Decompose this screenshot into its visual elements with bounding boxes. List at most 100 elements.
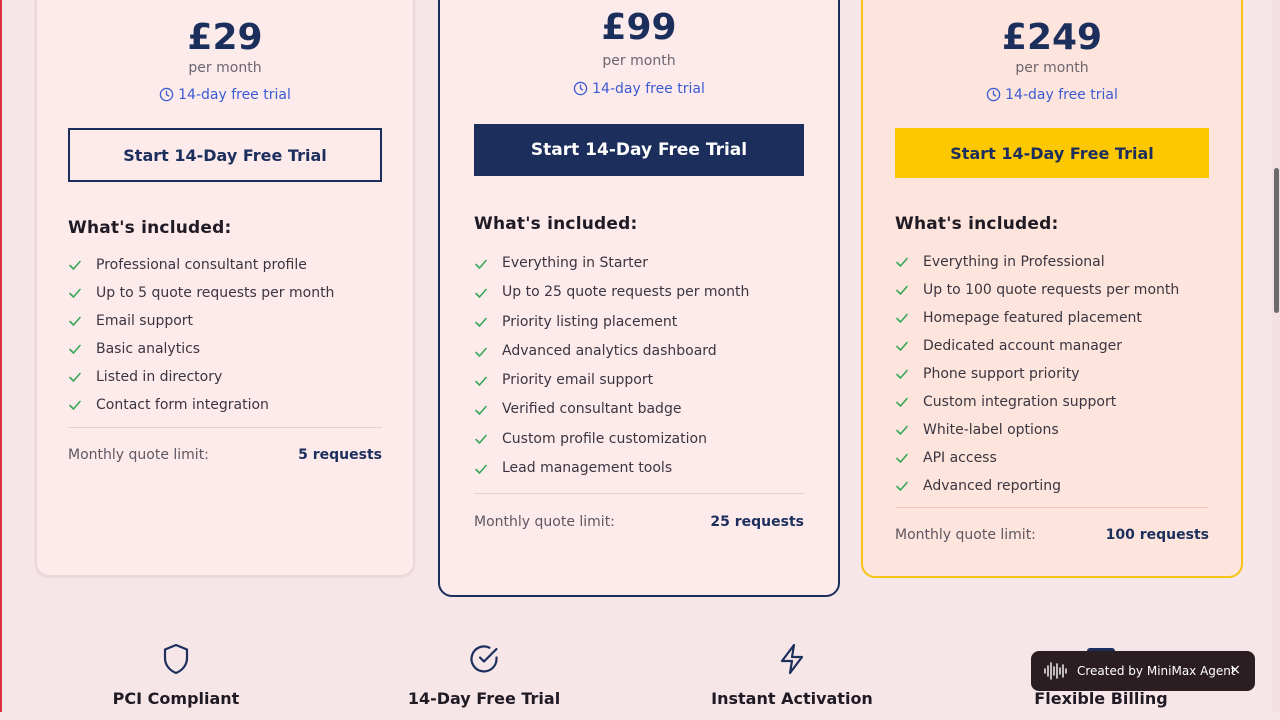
- toast-text: Created by MiniMax Agent: [1077, 664, 1236, 678]
- feature-text: Priority email support: [502, 372, 654, 389]
- feature-item: Everything in Professional: [895, 248, 1179, 276]
- check-icon: [475, 435, 487, 445]
- lightning-icon: [780, 643, 804, 675]
- plan-card-starter: £29 per month 14-day free trial Start 14…: [35, 0, 415, 577]
- check-icon: [896, 481, 908, 491]
- check-icon: [475, 347, 487, 357]
- check-icon: [896, 341, 908, 351]
- feature-list: Professional consultant profile Up to 5 q…: [68, 251, 334, 419]
- feature-text: Professional consultant profile: [96, 257, 307, 273]
- feature-item: Email support: [68, 307, 334, 335]
- feature-text: Homepage featured placement: [923, 310, 1142, 326]
- trial-text: 14-day free trial: [1005, 87, 1118, 103]
- check-icon: [69, 344, 81, 354]
- badge-trial: 14-Day Free Trial: [364, 643, 604, 708]
- badge-label: PCI Compliant: [112, 689, 240, 708]
- check-icon: [896, 453, 908, 463]
- trial-note: 14-day free trial: [863, 87, 1241, 103]
- feature-text: API access: [923, 450, 997, 466]
- check-icon: [475, 259, 487, 269]
- feature-item: Verified consultant badge: [474, 395, 749, 424]
- feature-text: Basic analytics: [96, 341, 201, 357]
- close-icon[interactable]: ×: [1229, 662, 1241, 678]
- clock-icon: [573, 81, 588, 96]
- feature-list: Everything in Starter Up to 25 quote requ…: [474, 249, 749, 483]
- limit-value: 25 requests: [710, 514, 804, 530]
- check-icon: [896, 397, 908, 407]
- feature-item: Listed in directory: [68, 363, 334, 391]
- trial-note: 14-day free trial: [37, 87, 413, 103]
- divider: [68, 427, 382, 428]
- limit-value: 5 requests: [298, 447, 382, 463]
- feature-item: Custom profile customization: [474, 425, 749, 454]
- feature-text: Lead management tools: [502, 460, 673, 477]
- check-icon: [475, 464, 487, 474]
- plan-price: £29: [187, 17, 263, 58]
- feature-item: Advanced reporting: [895, 472, 1179, 500]
- check-icon: [69, 316, 81, 326]
- scrollbar-track[interactable]: [1272, 0, 1280, 712]
- feature-text: Everything in Professional: [923, 254, 1105, 270]
- limit-label: Monthly quote limit:: [68, 447, 209, 463]
- feature-text: Custom integration support: [923, 394, 1117, 410]
- check-icon: [69, 260, 81, 270]
- plan-period: per month: [602, 53, 676, 69]
- badge-label: Flexible Billing: [1034, 689, 1168, 708]
- badge-label: 14-Day Free Trial: [407, 689, 561, 708]
- included-title: What's included:: [68, 218, 232, 238]
- plan-card-enterprise: £249 per month 14-day free trial Start 1…: [861, 0, 1243, 578]
- trial-text: 14-day free trial: [592, 81, 705, 97]
- feature-item: Lead management tools: [474, 454, 749, 483]
- limit-label: Monthly quote limit:: [474, 514, 615, 530]
- feature-text: Custom profile customization: [502, 430, 707, 447]
- plan-price: £249: [1001, 17, 1103, 58]
- feature-text: Verified consultant badge: [502, 401, 682, 418]
- check-icon: [475, 376, 487, 386]
- feature-item: Professional consultant profile: [68, 251, 334, 279]
- feature-item: Priority listing placement: [474, 308, 749, 337]
- check-icon: [896, 313, 908, 323]
- plan-period: per month: [188, 60, 262, 76]
- feature-text: Priority listing placement: [502, 313, 678, 330]
- feature-item: Basic analytics: [68, 335, 334, 363]
- badge-pci: PCI Compliant: [56, 643, 296, 708]
- feature-item: Up to 5 quote requests per month: [68, 279, 334, 307]
- check-circle-icon: [470, 645, 498, 673]
- feature-text: Up to 100 quote requests per month: [923, 282, 1180, 298]
- check-icon: [475, 288, 487, 298]
- badge-activation: Instant Activation: [672, 643, 912, 708]
- check-icon: [475, 405, 487, 415]
- feature-text: White-label options: [923, 422, 1059, 438]
- check-icon: [69, 288, 81, 298]
- feature-text: Dedicated account manager: [923, 338, 1123, 354]
- trial-note: 14-day free trial: [440, 81, 838, 97]
- clock-icon: [159, 87, 174, 102]
- check-icon: [896, 257, 908, 267]
- feature-list: Everything in Professional Up to 100 quot…: [895, 248, 1179, 500]
- feature-text: Contact form integration: [96, 397, 269, 413]
- feature-item: Priority email support: [474, 366, 749, 395]
- start-trial-button[interactable]: Start 14-Day Free Trial: [895, 128, 1209, 178]
- included-title: What's included:: [474, 214, 638, 234]
- feature-item: Up to 100 quote requests per month: [895, 276, 1179, 304]
- check-icon: [896, 285, 908, 295]
- feature-text: Phone support priority: [923, 366, 1080, 382]
- start-trial-button[interactable]: Start 14-Day Free Trial: [68, 128, 382, 182]
- badge-label: Instant Activation: [711, 689, 873, 708]
- scrollbar-thumb[interactable]: [1274, 168, 1279, 313]
- feature-text: Everything in Starter: [502, 255, 649, 271]
- plan-card-professional: £99 per month 14-day free trial Start 14…: [438, 0, 840, 597]
- feature-item: API access: [895, 444, 1179, 472]
- check-icon: [896, 369, 908, 379]
- trial-text: 14-day free trial: [178, 87, 291, 103]
- feature-text: Up to 5 quote requests per month: [96, 285, 335, 301]
- feature-text: Email support: [96, 313, 194, 329]
- waveform-icon: [1044, 662, 1067, 680]
- check-icon: [896, 425, 908, 435]
- check-icon: [69, 372, 81, 382]
- shield-icon: [163, 643, 189, 675]
- clock-icon: [986, 87, 1001, 102]
- limit-label: Monthly quote limit:: [895, 527, 1036, 543]
- feature-text: Advanced analytics dashboard: [502, 342, 717, 359]
- start-trial-button[interactable]: Start 14-Day Free Trial: [474, 124, 804, 176]
